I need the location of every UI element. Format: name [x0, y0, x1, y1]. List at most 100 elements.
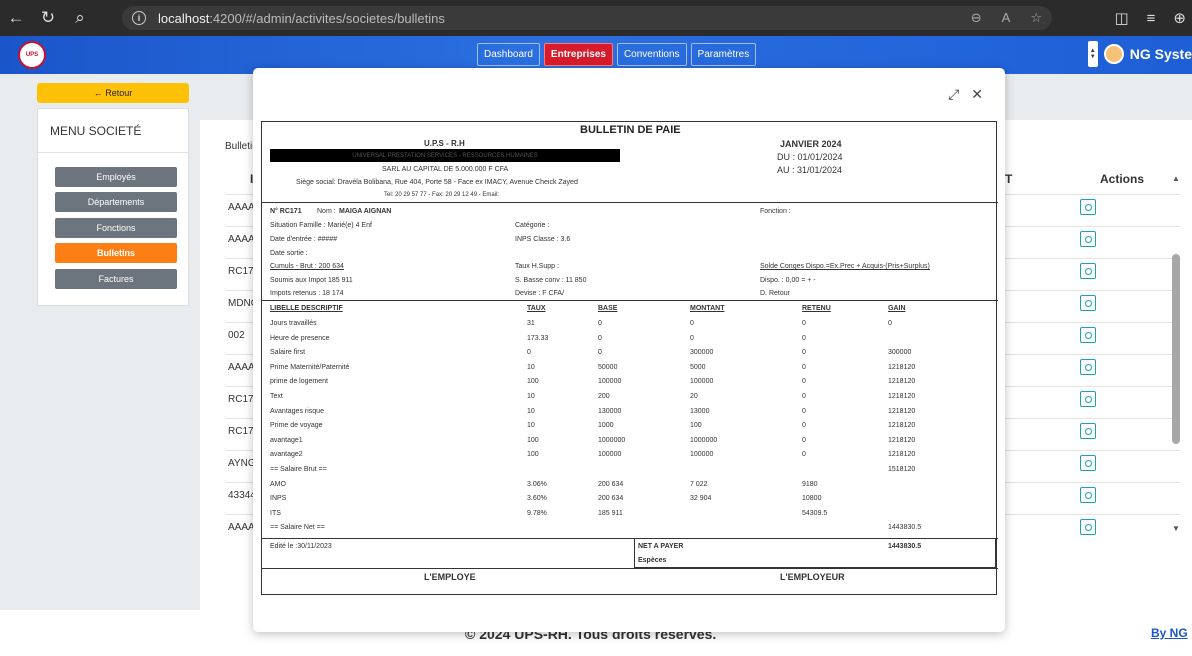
payslip-line-value: 100 — [527, 451, 539, 459]
payslip-line-label: prime de logement — [270, 378, 328, 386]
scrollbar-thumb[interactable] — [1172, 254, 1180, 444]
payslip-line-value: 50000 — [598, 363, 618, 371]
payslip-line-value: 300000 — [690, 349, 714, 357]
ups-logo[interactable]: UPS — [18, 41, 46, 69]
sidebar-item-factures[interactable]: Factures — [55, 269, 177, 289]
base-conv: S. Basse conv : 11 850 — [515, 277, 587, 284]
nom-label: Nom : — [317, 208, 336, 215]
search-icon[interactable]: ⌕ — [64, 0, 96, 36]
payslip-line-value: 1218120 — [888, 451, 916, 459]
expand-icon[interactable]: ⤢ — [948, 86, 959, 103]
tab-entreprises[interactable]: Entreprises — [543, 43, 613, 66]
payslip-line-value: 1000000 — [598, 436, 626, 444]
view-bulletin-button[interactable] — [1080, 199, 1096, 215]
date-entree: Date d'entrée : ##### — [270, 236, 338, 243]
payslip-line-value: 0 — [802, 363, 806, 371]
view-bulletin-button[interactable] — [1080, 263, 1096, 279]
view-bulletin-button[interactable] — [1080, 359, 1096, 375]
column-header-actions: Actions — [1100, 172, 1145, 186]
view-bulletin-button[interactable] — [1080, 295, 1096, 311]
user-menu[interactable]: ▲ ▼ NG Syste — [1087, 41, 1192, 67]
employeur-signature-label: L'EMPLOYEUR — [780, 572, 845, 582]
payslip-line-value: 1218120 — [888, 436, 916, 444]
payslip-line-value: 0 — [527, 349, 531, 357]
view-icon — [1084, 491, 1092, 499]
view-bulletin-button[interactable] — [1080, 487, 1096, 503]
payslip-line-value: 3.60% — [527, 495, 547, 503]
sidebar-item-fonctions[interactable]: Fonctions — [55, 218, 177, 238]
split-screen-icon[interactable]: ◫ — [1114, 9, 1128, 27]
payslip-line-value: 100000 — [690, 378, 714, 386]
sidebar-item-departements[interactable]: Départements — [55, 192, 177, 212]
payslip-line-value: 10 — [527, 363, 535, 371]
collections-icon[interactable]: ⊕ — [1173, 9, 1186, 27]
url-host: localhost — [158, 10, 210, 26]
reload-icon[interactable]: ↻ — [32, 0, 64, 36]
payslip-title: BULLETIN DE PAIE — [580, 124, 681, 136]
view-icon — [1084, 523, 1092, 531]
payslip-line-value: 3.06% — [527, 480, 547, 488]
date-sortie: Date sortie : — [270, 250, 308, 257]
url-path: :4200/#/admin/activites/societes/bulleti… — [209, 10, 445, 26]
scroll-down-icon[interactable]: ▼ — [1172, 524, 1180, 533]
address-bar[interactable]: i localhost :4200/#/admin/activites/soci… — [122, 6, 1052, 30]
employee-name: MAIGA AIGNAN — [339, 208, 392, 215]
view-bulletin-button[interactable] — [1080, 423, 1096, 439]
payslip-line-value: 10800 — [802, 495, 822, 503]
tab-parametres[interactable]: Paramètres — [690, 43, 757, 66]
payslip-line-value: 54309.5 — [802, 509, 828, 517]
payslip-line-value: 10 — [527, 407, 535, 415]
payslip-line-value: 0 — [888, 320, 892, 327]
period-label: JANVIER 2024 — [780, 139, 842, 149]
close-icon[interactable]: ✕ — [971, 86, 983, 103]
payslip-line-value: 0 — [802, 349, 806, 357]
zoom-icon[interactable]: ⊖ — [971, 10, 982, 26]
payslip-line-value: 173.33 — [527, 334, 549, 342]
view-icon — [1084, 299, 1092, 307]
favorites-list-icon[interactable]: ≡ — [1147, 10, 1156, 27]
period-start: DU : 01/01/2024 — [777, 152, 843, 162]
favorite-star-icon[interactable]: ☆ — [1030, 10, 1042, 26]
retour-button[interactable]: ← Retour — [37, 83, 189, 103]
dispo: Dispo. : 0,00 = + - — [760, 277, 816, 284]
period-end: AU : 31/01/2024 — [777, 165, 843, 175]
payslip-line-value: 9180 — [802, 480, 818, 488]
read-aloud-icon[interactable]: A — [1002, 10, 1011, 26]
payslip-line-value: 185 911 — [598, 509, 623, 517]
tab-dashboard[interactable]: Dashboard — [477, 43, 540, 66]
payslip-line-value: 0 — [598, 320, 602, 327]
view-bulletin-button[interactable] — [1080, 391, 1096, 407]
browser-toolbar: ← ↻ ⌕ i localhost :4200/#/admin/activite… — [0, 0, 1192, 36]
societe-menu: MENU SOCIETÉ Employés Départements Fonct… — [37, 108, 189, 306]
scroll-up-icon[interactable]: ▲ — [1172, 174, 1180, 183]
view-icon — [1084, 203, 1092, 211]
view-icon — [1084, 427, 1092, 435]
view-icon — [1084, 363, 1092, 371]
payslip-line-value: 31 — [527, 320, 535, 327]
payslip-line-value: 1518120 — [888, 466, 916, 473]
view-bulletin-button[interactable] — [1080, 455, 1096, 471]
payslip-line-value: 0 — [690, 334, 694, 342]
sidebar-item-employes[interactable]: Employés — [55, 167, 177, 187]
payslip-line-value: 1000000 — [690, 436, 718, 444]
payslip-line-value: 1218120 — [888, 422, 916, 430]
org-long-name-bar: UNIVERSAL PRESTATION SERVICES - RESSOURC… — [270, 149, 620, 162]
payslip-line-value: 100000 — [598, 378, 622, 386]
back-arrow-icon[interactable]: ← — [0, 0, 32, 36]
payslip-line-label: AMO — [270, 480, 286, 488]
inps-classe: INPS Classe : 3.6 — [515, 236, 571, 243]
view-bulletin-button[interactable] — [1080, 231, 1096, 247]
view-icon — [1084, 267, 1092, 275]
footer-link[interactable]: By NG — [1151, 626, 1188, 640]
payslip-line-value: 0 — [598, 349, 602, 357]
org-short-name: U.P.S - R.H — [424, 139, 465, 148]
info-icon[interactable]: i — [132, 11, 146, 25]
payslip-line-value: 0 — [598, 334, 602, 342]
view-bulletin-button[interactable] — [1080, 519, 1096, 535]
sidebar-item-bulletins[interactable]: Bulletins — [55, 243, 177, 263]
view-bulletin-button[interactable] — [1080, 327, 1096, 343]
payslip-line-value: 200 634 — [598, 480, 624, 488]
chevron-updown-icon[interactable]: ▲ ▼ — [1087, 41, 1098, 67]
solde-conges: Solde Conges Dispo.=Ex.Prec + Acquis-(Pr… — [760, 263, 930, 270]
tab-conventions[interactable]: Conventions — [616, 43, 687, 66]
